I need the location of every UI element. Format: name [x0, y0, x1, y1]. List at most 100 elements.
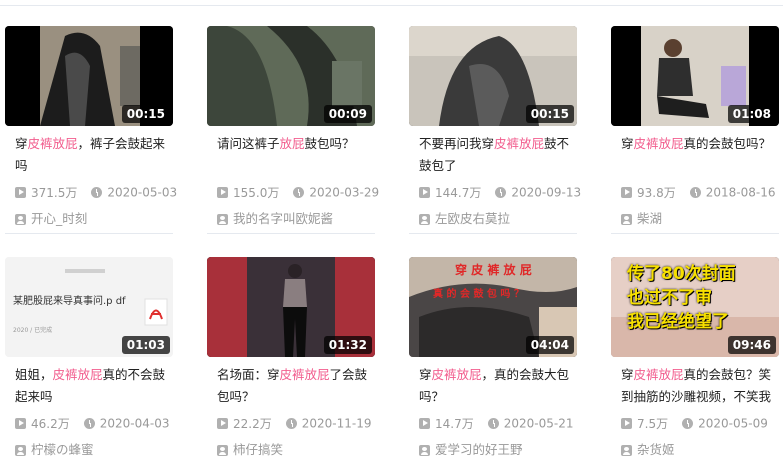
- author-link[interactable]: 柴湖: [621, 208, 662, 227]
- author-name: 爱学习的好王野: [435, 442, 523, 457]
- video-stats: 7.5万 2020-05-09: [621, 415, 768, 432]
- author-name: 左欧皮右莫拉: [435, 211, 511, 226]
- author-link[interactable]: 爱学习的好王野: [419, 439, 523, 458]
- view-count: 144.7万: [435, 186, 482, 200]
- video-card[interactable]: 00:15 穿皮裤放屁，裤子会鼓起来吗 371.5万 2020-05-03 开心_…: [5, 26, 177, 236]
- play-count-icon: [15, 187, 26, 198]
- title-highlight: 皮裤放屁: [633, 367, 684, 382]
- video-title[interactable]: 不要再问我穿皮裤放屁鼓不鼓包了: [419, 133, 571, 177]
- title-text: 鼓包吗？: [304, 136, 355, 151]
- view-count: 14.7万: [435, 417, 474, 431]
- video-thumbnail[interactable]: 穿 皮 裤 放 屁 真 的 会 鼓 包 吗 ？ 04:04: [409, 257, 577, 357]
- user-icon: [621, 445, 632, 456]
- author-link[interactable]: 我的名字叫欧妮酱: [217, 208, 333, 227]
- author-name: 开心_时刻: [31, 211, 88, 226]
- video-title[interactable]: 穿皮裤放屁真的会鼓包吗？: [621, 133, 773, 177]
- upload-date: 2018-08-16: [705, 185, 776, 200]
- video-thumbnail[interactable]: 01:08: [611, 26, 779, 126]
- view-count: 371.5万: [31, 186, 78, 200]
- video-stats: 93.8万 2018-08-16: [621, 184, 775, 201]
- user-icon: [15, 214, 26, 225]
- video-thumbnail[interactable]: 00:15: [409, 26, 577, 126]
- title-highlight: 皮裤放屁: [52, 367, 103, 382]
- title-text: 穿: [15, 136, 28, 151]
- video-card[interactable]: 传了80次封面 也过不了审 我已经绝望了 09:46 穿皮裤放屁真的会鼓包？笑到…: [611, 257, 779, 467]
- author-name: 柠檬の蜂蜜: [31, 442, 94, 457]
- play-count-icon: [419, 187, 430, 198]
- view-count: 155.0万: [233, 186, 280, 200]
- title-text: 穿: [419, 367, 432, 382]
- view-count: 46.2万: [31, 417, 70, 431]
- author-name: 杂货姬: [637, 442, 675, 457]
- title-highlight: 皮裤放屁: [279, 367, 330, 382]
- video-card[interactable]: 00:09 请问这裤子放屁鼓包吗？ 155.0万 2020-03-29 我的名字叫…: [207, 26, 379, 236]
- video-title[interactable]: 请问这裤子放屁鼓包吗？: [217, 133, 369, 177]
- title-text: 不要再问我穿: [419, 136, 495, 151]
- video-card[interactable]: 穿 皮 裤 放 屁 真 的 会 鼓 包 吗 ？ 04:04 穿皮裤放屁，真的会鼓…: [409, 257, 577, 467]
- title-text: 穿: [621, 367, 634, 382]
- user-icon: [217, 214, 228, 225]
- video-title[interactable]: 穿皮裤放屁，裤子会鼓起来吗: [15, 133, 167, 177]
- view-count: 93.8万: [637, 186, 676, 200]
- upload-date: 2020-05-21: [503, 416, 574, 431]
- duration-badge: 01:32: [323, 336, 372, 354]
- card-divider: [409, 233, 577, 234]
- play-count-icon: [217, 187, 228, 198]
- video-thumbnail[interactable]: 00:15: [5, 26, 173, 126]
- video-stats: 155.0万 2020-03-29: [217, 184, 379, 201]
- thumbnail-caption: 我已经绝望了: [627, 312, 729, 332]
- author-name: 柿仔搞笑: [233, 442, 284, 457]
- video-thumbnail[interactable]: 某肥股屁来导真事问.p df 2020 / 已完成 01:03: [5, 257, 173, 357]
- duration-badge: 00:15: [121, 105, 170, 123]
- clock-icon: [83, 418, 95, 429]
- thumbnail-doc-meta: 2020 / 已完成: [13, 327, 53, 334]
- title-highlight: 皮裤放屁: [27, 136, 78, 151]
- author-link[interactable]: 柿仔搞笑: [217, 439, 283, 458]
- video-title[interactable]: 名场面：穿皮裤放屁了会鼓包吗？: [217, 364, 369, 408]
- user-icon: [419, 445, 430, 456]
- play-count-icon: [217, 418, 228, 429]
- card-divider: [5, 233, 173, 234]
- video-card[interactable]: 01:32 名场面：穿皮裤放屁了会鼓包吗？ 22.2万 2020-11-19 柿仔…: [207, 257, 375, 467]
- card-divider: [207, 233, 375, 234]
- clock-icon: [682, 418, 694, 429]
- duration-badge: 00:09: [323, 105, 372, 123]
- upload-date: 2020-05-03: [107, 185, 178, 200]
- video-card[interactable]: 00:15 不要再问我穿皮裤放屁鼓不鼓包了 144.7万 2020-09-13 左…: [409, 26, 581, 236]
- clock-icon: [689, 187, 701, 198]
- author-link[interactable]: 杂货姬: [621, 439, 675, 458]
- duration-badge: 00:15: [525, 105, 574, 123]
- video-card[interactable]: 01:08 穿皮裤放屁真的会鼓包吗？ 93.8万 2018-08-16 柴湖: [611, 26, 779, 236]
- upload-date: 2020-04-03: [99, 416, 170, 431]
- video-stats: 46.2万 2020-04-03: [15, 415, 169, 432]
- clock-icon: [91, 187, 103, 198]
- user-icon: [419, 214, 430, 225]
- clock-icon: [487, 418, 499, 429]
- video-title[interactable]: 穿皮裤放屁，真的会鼓大包吗？: [419, 364, 571, 408]
- user-icon: [15, 445, 26, 456]
- view-count: 22.2万: [233, 417, 272, 431]
- author-link[interactable]: 左欧皮右莫拉: [419, 208, 510, 227]
- upload-date: 2020-11-19: [301, 416, 372, 431]
- video-title[interactable]: 姐姐，皮裤放屁真的不会鼓起来吗: [15, 364, 167, 408]
- author-link[interactable]: 柠檬の蜂蜜: [15, 439, 94, 458]
- clock-icon: [293, 187, 305, 198]
- upload-date: 2020-03-29: [309, 185, 380, 200]
- video-stats: 144.7万 2020-09-13: [419, 184, 581, 201]
- author-link[interactable]: 开心_时刻: [15, 208, 87, 227]
- clock-icon: [285, 418, 297, 429]
- duration-badge: 01:03: [121, 336, 170, 354]
- top-divider: [0, 5, 783, 6]
- video-thumbnail[interactable]: 00:09: [207, 26, 375, 126]
- video-thumbnail[interactable]: 传了80次封面 也过不了审 我已经绝望了 09:46: [611, 257, 779, 357]
- duration-badge: 04:04: [525, 336, 574, 354]
- card-divider: [611, 233, 779, 234]
- thumbnail-doc-title: 某肥股屁来导真事问.p df: [13, 296, 126, 307]
- thumbnail-caption: 传了80次封面: [627, 264, 736, 284]
- title-text: 真的会鼓包吗？: [683, 136, 772, 151]
- duration-badge: 09:46: [727, 336, 776, 354]
- play-count-icon: [621, 418, 632, 429]
- video-card[interactable]: 某肥股屁来导真事问.p df 2020 / 已完成 01:03 姐姐，皮裤放屁真…: [5, 257, 173, 467]
- video-title[interactable]: 穿皮裤放屁真的会鼓包？笑到抽筋的沙雕视频，不笑我: [621, 364, 773, 408]
- video-thumbnail[interactable]: 01:32: [207, 257, 375, 357]
